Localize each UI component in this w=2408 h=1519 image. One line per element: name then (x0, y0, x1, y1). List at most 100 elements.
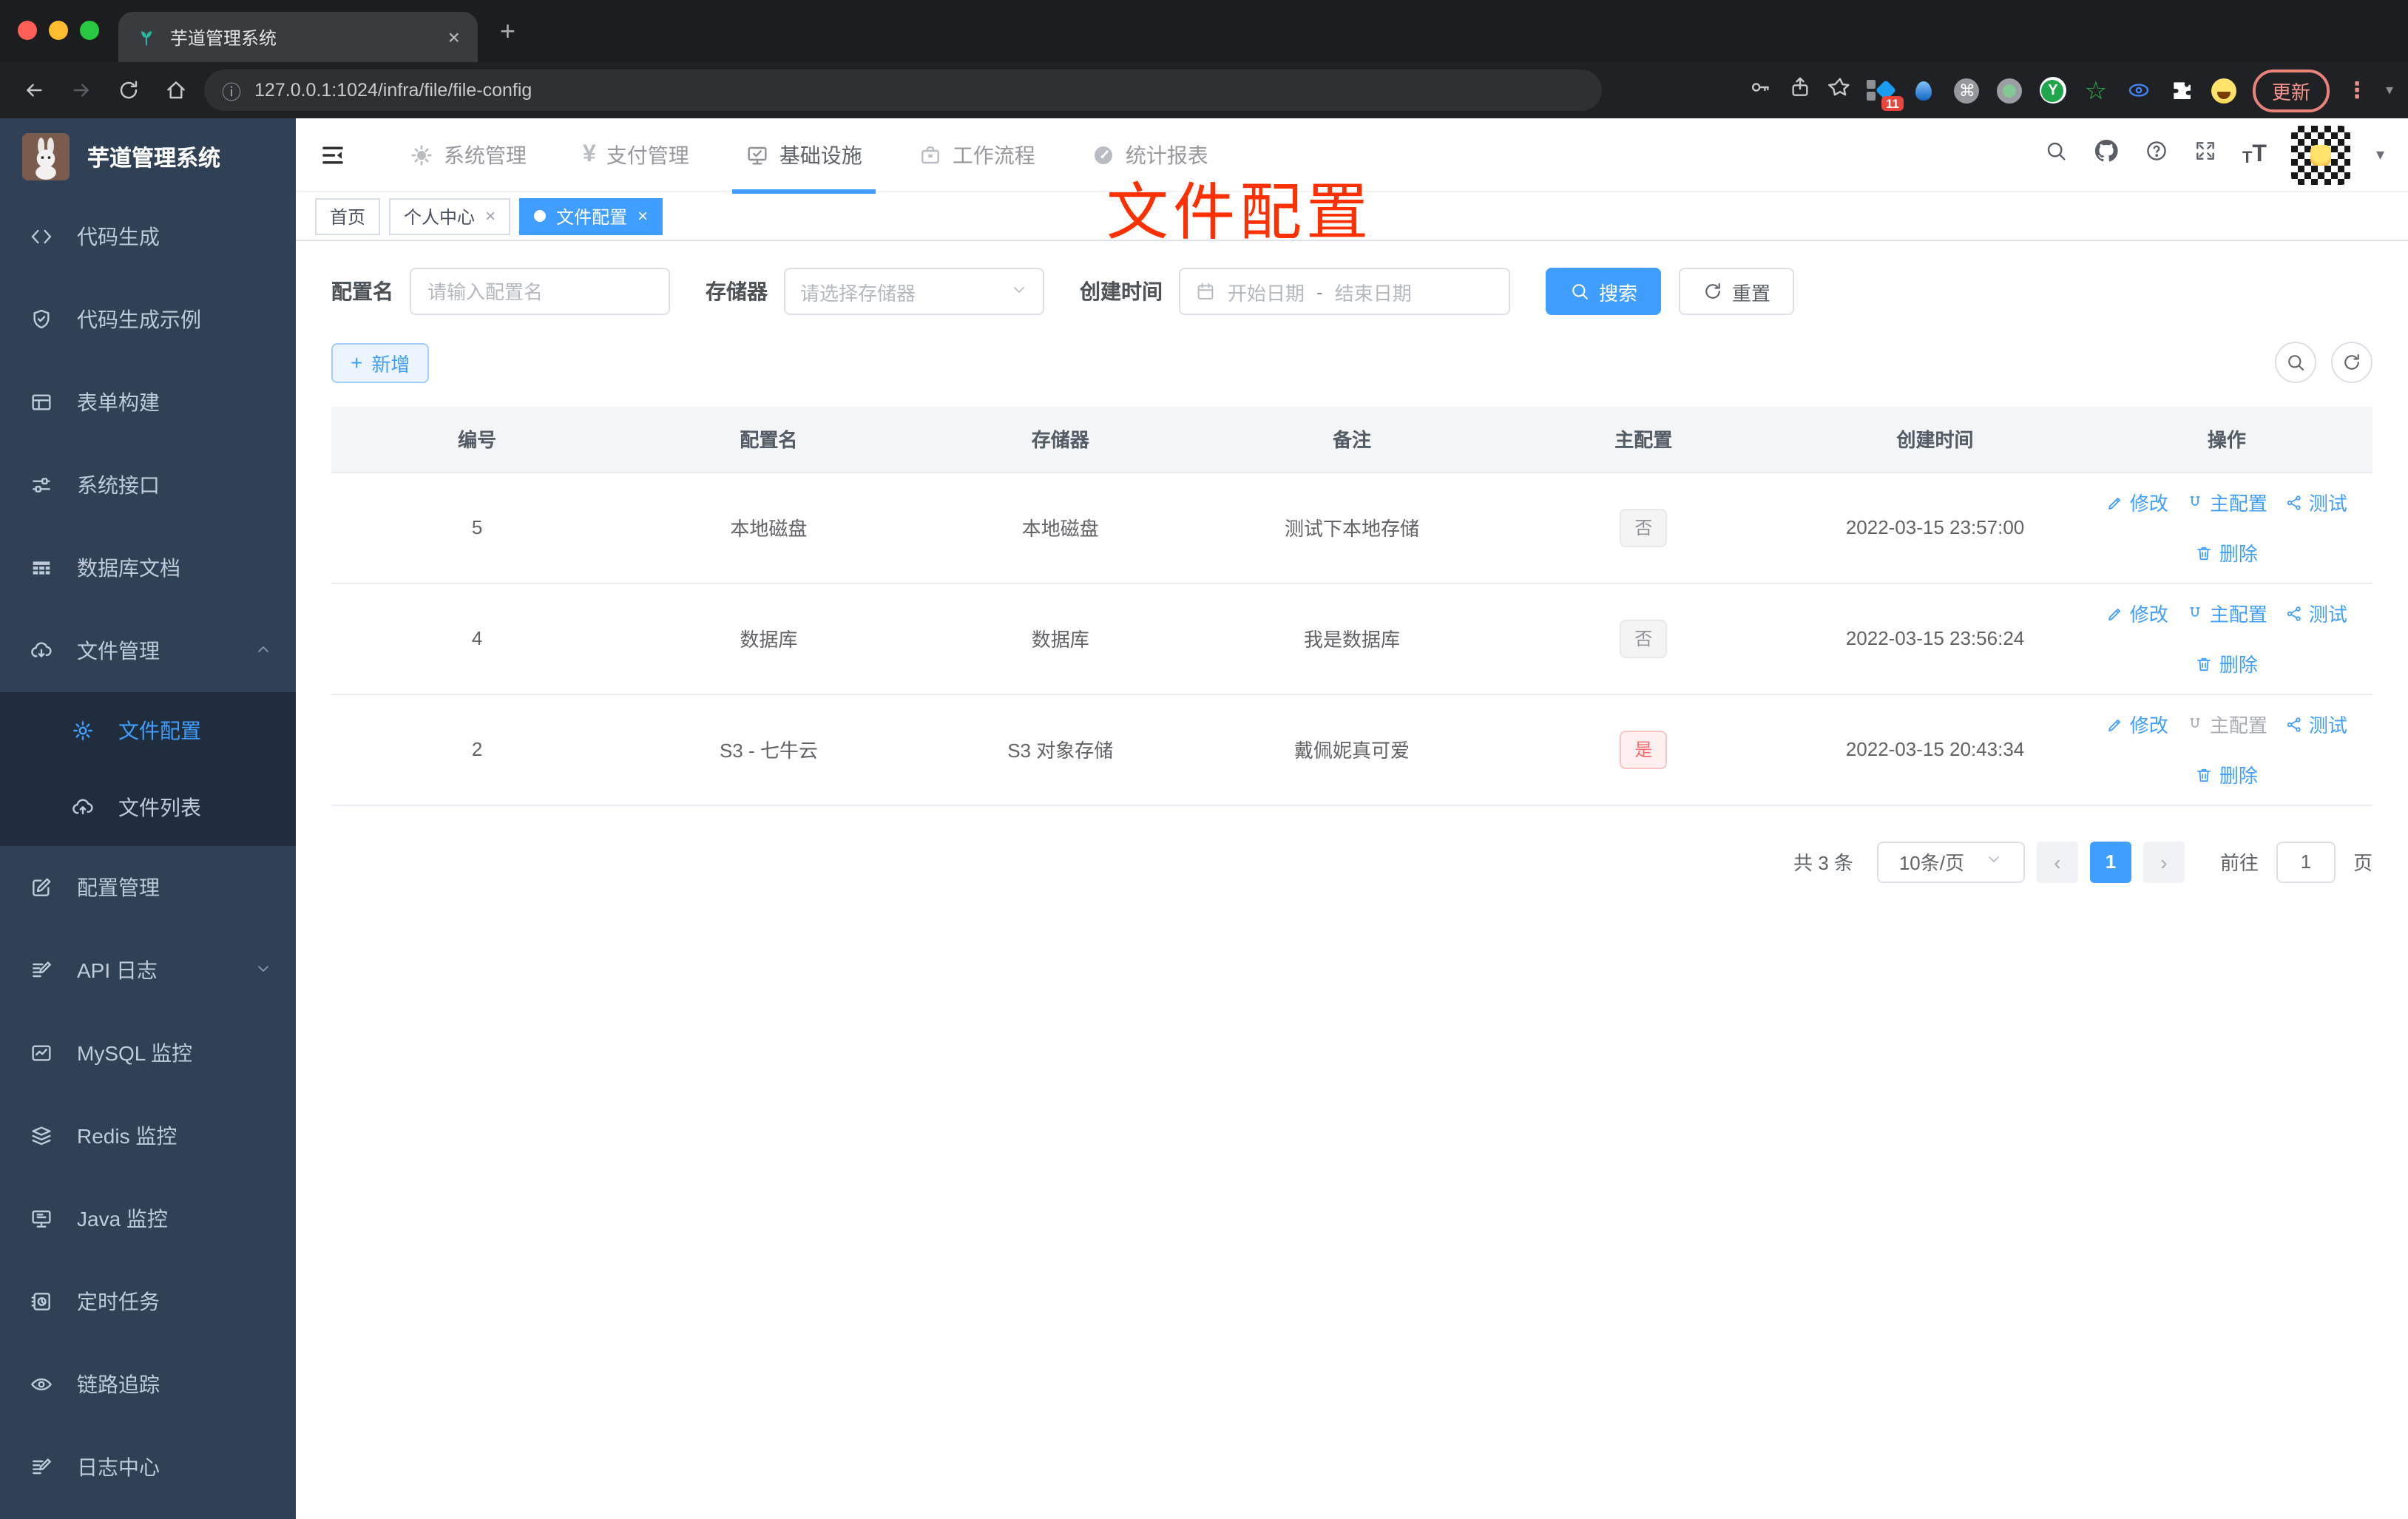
fullscreen-icon[interactable] (2194, 139, 2217, 170)
end-date-placeholder: 结束日期 (1334, 282, 1412, 304)
toggle-search-button[interactable] (2275, 342, 2316, 383)
sidebar-item-db-doc[interactable]: 数据库文档 (0, 527, 296, 609)
bookmark-star-icon[interactable] (1828, 75, 1852, 106)
tag-home[interactable]: 首页 (315, 197, 381, 234)
site-info-icon[interactable]: ⓘ (222, 76, 241, 104)
delete-link[interactable]: 删除 (2196, 649, 2258, 677)
chevron-down-icon (1985, 850, 2003, 873)
refresh-table-button[interactable] (2331, 342, 2373, 383)
forward-icon[interactable] (62, 71, 101, 109)
monitor-check-icon (745, 143, 769, 166)
share-icon[interactable] (1788, 75, 1812, 106)
nav-item-workflow[interactable]: 工作流程 (890, 118, 1063, 191)
col-storage: 存储器 (914, 407, 1206, 473)
sidebar-item-file-config[interactable]: 文件配置 (0, 692, 296, 769)
date-range-picker[interactable]: 开始日期 - 结束日期 (1179, 268, 1510, 315)
reload-icon[interactable] (109, 71, 148, 109)
col-id: 编号 (331, 407, 623, 473)
chevron-up-icon (254, 639, 272, 663)
sidebar-item-mysql[interactable]: MySQL 监控 (0, 1012, 296, 1095)
close-icon[interactable]: × (485, 207, 496, 225)
storage-select[interactable]: 请选择存储器 (784, 268, 1044, 315)
toolbar-right (2275, 342, 2373, 383)
password-key-icon[interactable] (1748, 75, 1772, 106)
table-header-row: 编号 配置名 存储器 备注 主配置 创建时间 操作 (331, 407, 2373, 473)
refresh-icon (1705, 283, 1720, 299)
sidebar-item-api-log[interactable]: API 日志 (0, 929, 296, 1012)
master-link[interactable]: 主配置 (2186, 488, 2267, 516)
goto-page-input[interactable] (2276, 841, 2336, 882)
sidebar-item-sys-api[interactable]: 系统接口 (0, 444, 296, 527)
sidebar-item-code-demo[interactable]: 代码生成示例 (0, 278, 296, 361)
edit-link[interactable]: 修改 (2106, 488, 2168, 516)
extension-star-icon[interactable]: ☆ (2083, 77, 2109, 104)
sidebar-item-config-mgmt[interactable]: 配置管理 (0, 846, 296, 929)
toolbar-caret-icon[interactable]: ▾ (2386, 82, 2393, 98)
delete-link[interactable]: 删除 (2196, 538, 2258, 566)
nav-item-system[interactable]: 系统管理 (382, 118, 555, 191)
tab-close-icon[interactable]: × (448, 25, 460, 49)
font-size-icon[interactable]: TT (2242, 142, 2267, 166)
schedule-icon (31, 1293, 50, 1310)
nav-item-report[interactable]: 统计报表 (1063, 118, 1237, 191)
sidebar-item-java[interactable]: Java 监控 (0, 1177, 296, 1260)
back-icon[interactable] (15, 71, 53, 109)
extensions-puzzle-icon[interactable] (2168, 77, 2195, 104)
page-1-button[interactable]: 1 (2089, 841, 2131, 882)
master-link-disabled: 主配置 (2186, 710, 2267, 738)
sidebar-fold-icon[interactable] (319, 141, 346, 168)
reset-button[interactable]: 重置 (1679, 268, 1795, 315)
sidebar-item-job[interactable]: 定时任务 (0, 1260, 296, 1343)
gear-solid-icon (410, 143, 433, 166)
sidebar-item-code-gen[interactable]: 代码生成 (0, 195, 296, 278)
config-name-input[interactable] (410, 268, 670, 315)
extension-diamond-icon[interactable]: 11 (1866, 77, 1904, 111)
test-link[interactable]: 测试 (2285, 488, 2347, 516)
home-icon[interactable] (157, 71, 195, 109)
sidebar-item-trace[interactable]: 链路追踪 (0, 1343, 296, 1426)
sidebar-item-file-list[interactable]: 文件列表 (0, 769, 296, 846)
extension-record-icon[interactable] (1997, 77, 2023, 104)
browser-update-button[interactable]: 更新 (2252, 69, 2330, 112)
search-button[interactable]: 搜索 (1546, 268, 1662, 315)
nav-item-infra[interactable]: 基础设施 (717, 118, 890, 194)
test-link[interactable]: 测试 (2285, 599, 2347, 627)
minimize-window-button[interactable] (49, 21, 68, 40)
url-bar[interactable]: ⓘ 127.0.0.1:1024/infra/file/file-config (204, 70, 1602, 111)
sidebar-item-form-build[interactable]: 表单构建 (0, 361, 296, 444)
close-window-button[interactable] (18, 21, 37, 40)
filter-name-group: 配置名 (331, 268, 670, 315)
next-page-button[interactable]: › (2142, 841, 2185, 882)
page-size-select[interactable]: 10条/页 (1876, 841, 2025, 882)
sidebar-logo[interactable]: 芋道管理系统 (0, 118, 296, 195)
avatar[interactable] (2291, 125, 2351, 184)
extension-emoji-icon[interactable] (2211, 78, 2236, 103)
search-icon[interactable] (2044, 139, 2068, 170)
test-link[interactable]: 测试 (2285, 710, 2347, 738)
sidebar-item-redis[interactable]: Redis 监控 (0, 1095, 296, 1177)
browser-tab[interactable]: 芋道管理系统 × (118, 12, 478, 62)
maximize-window-button[interactable] (80, 21, 99, 40)
nav-item-pay[interactable]: ¥ 支付管理 (555, 118, 717, 191)
tag-profile[interactable]: 个人中心 × (389, 197, 511, 234)
extension-balloon-icon[interactable] (1911, 77, 1938, 104)
edit-link[interactable]: 修改 (2106, 710, 2168, 738)
extension-y-icon[interactable]: Y (2039, 77, 2066, 104)
delete-link[interactable]: 删除 (2196, 760, 2258, 788)
extension-command-icon[interactable]: ⌘ (1954, 77, 1981, 104)
sidebar-item-log-center[interactable]: 日志中心 (0, 1426, 296, 1509)
master-link[interactable]: 主配置 (2186, 599, 2267, 627)
chevron-down-icon (254, 958, 272, 982)
prev-page-button[interactable]: ‹ (2036, 841, 2078, 882)
extension-eye-icon[interactable] (2125, 77, 2152, 104)
help-icon[interactable] (2145, 139, 2168, 170)
close-icon[interactable]: × (637, 207, 648, 225)
user-menu-caret-icon[interactable]: ▾ (2376, 145, 2384, 164)
sidebar-item-file-mgmt[interactable]: 文件管理 (0, 609, 296, 692)
edit-link[interactable]: 修改 (2106, 599, 2168, 627)
new-tab-button[interactable]: + (500, 18, 515, 44)
browser-menu-icon[interactable]: ⋮ (2346, 77, 2370, 104)
tag-file-config[interactable]: 文件配置 × (519, 197, 663, 234)
add-button[interactable]: + 新增 (331, 342, 430, 382)
github-icon[interactable] (2093, 138, 2120, 172)
